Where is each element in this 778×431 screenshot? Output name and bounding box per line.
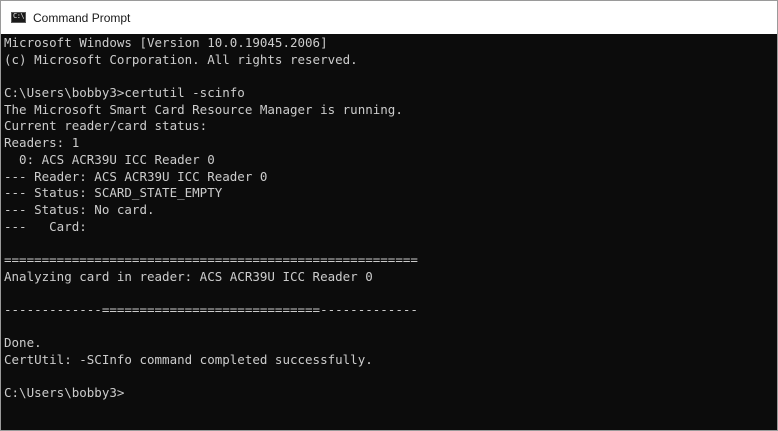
console-prompt-line[interactable]: C:\Users\bobby3> [4, 385, 777, 402]
console-line: -------------===========================… [4, 302, 418, 317]
console-output[interactable]: Microsoft Windows [Version 10.0.19045.20… [1, 34, 777, 430]
console-line: CertUtil: -SCInfo command completed succ… [4, 352, 373, 368]
console-line: Done. [4, 335, 42, 351]
console-line: Readers: 1 [4, 135, 80, 151]
title-bar[interactable]: C:\ Command Prompt [1, 1, 777, 34]
console-line: Microsoft Windows [Version 10.0.19045.20… [4, 35, 328, 50]
console-line: Analyzing card in reader: ACS ACR39U ICC… [4, 268, 373, 284]
console-line: The Microsoft Smart Card Resource Manage… [4, 101, 403, 117]
console-line: (c) Microsoft Corporation. All rights re… [4, 51, 358, 67]
console-line: ========================================… [4, 251, 418, 267]
console-line: --- Reader: ACS ACR39U ICC Reader 0 [4, 168, 268, 184]
console-line: C:\Users\bobby3>certutil -scinfo [4, 85, 245, 101]
console-line: --- Status: SCARD_STATE_EMPTY [4, 185, 223, 201]
console-line: --- Status: No card. [4, 201, 155, 217]
console-line: Current reader/card status: [4, 118, 208, 134]
icon-glyph: C:\ [13, 12, 25, 20]
console-line: --- Card: [4, 218, 87, 234]
command-prompt-window: C:\ Command Prompt Microsoft Windows [Ve… [0, 0, 778, 431]
window-title: Command Prompt [33, 10, 131, 25]
console-line: 0: ACS ACR39U ICC Reader 0 [4, 151, 215, 167]
command-prompt-icon: C:\ [11, 12, 26, 23]
